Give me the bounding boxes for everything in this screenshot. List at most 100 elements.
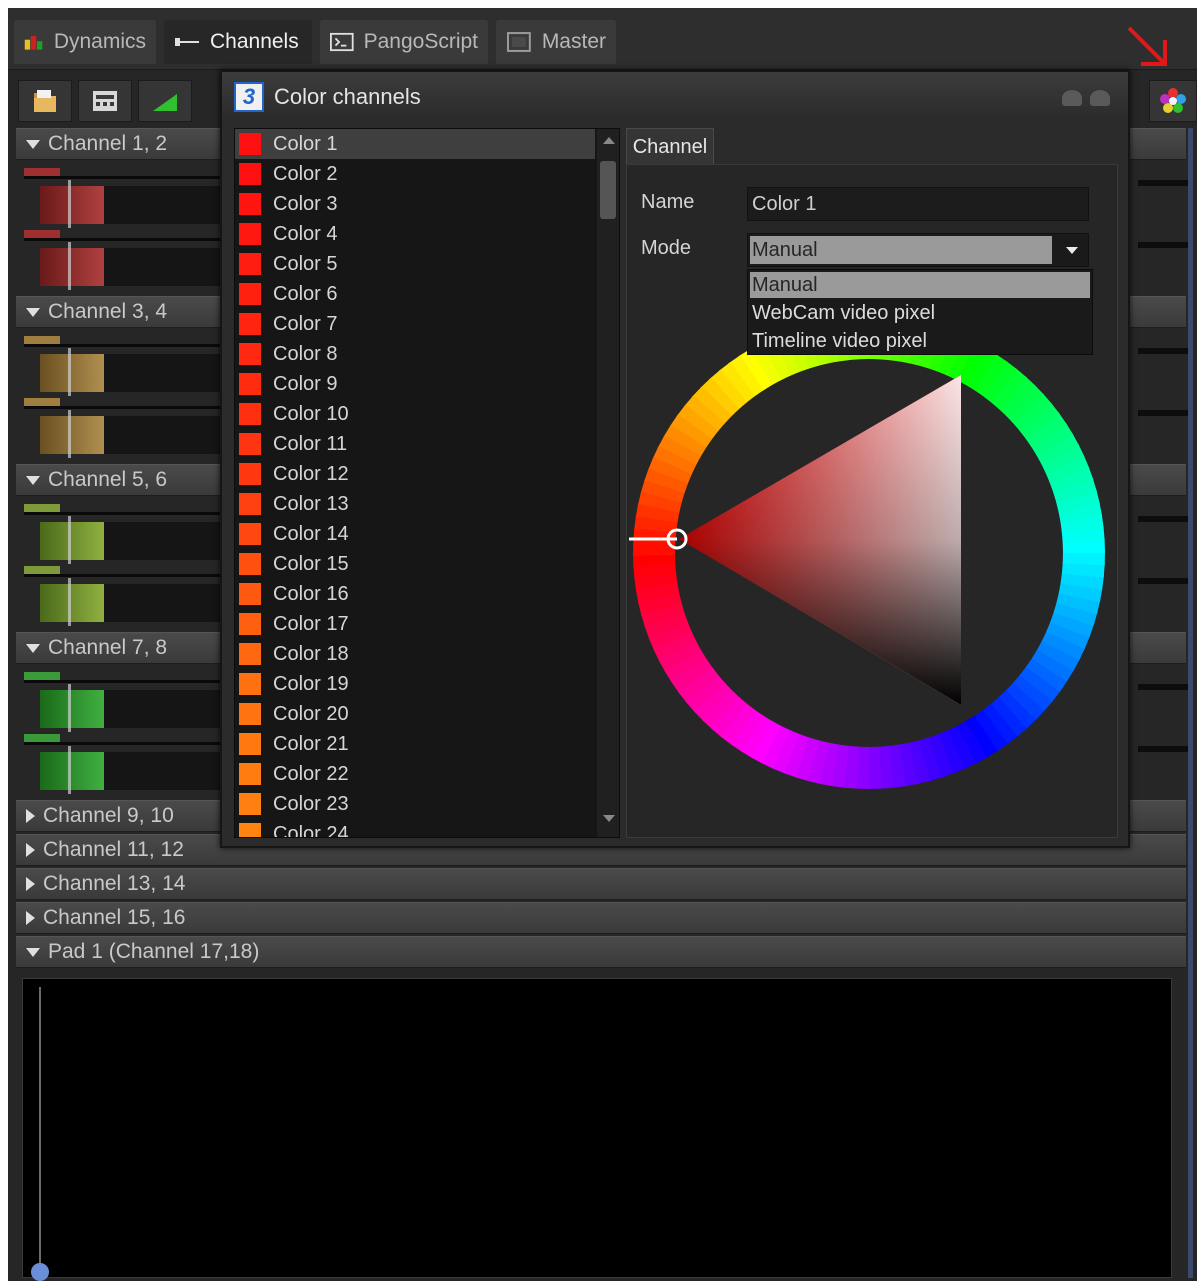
color-list-item[interactable]: Color 3: [235, 189, 595, 219]
channel-group-header[interactable]: Channel 13, 14: [16, 868, 1186, 900]
channel-group-label: Channel 3, 4: [48, 300, 168, 323]
color-list-item[interactable]: Color 7: [235, 309, 595, 339]
color-list-item[interactable]: Color 12: [235, 459, 595, 489]
color-list-item[interactable]: Color 24: [235, 819, 595, 837]
slider-knob[interactable]: [40, 354, 104, 392]
dialog-title: Color channels: [274, 84, 421, 109]
tab-channel[interactable]: Channel: [626, 128, 714, 166]
color-channels-dialog: 3 Color channels Color 1 Color 2 Color 3 Co…: [220, 70, 1130, 848]
ramp-button[interactable]: [138, 80, 192, 122]
channel-group-header[interactable]: Channel 15, 16: [16, 902, 1186, 934]
mode-option[interactable]: Timeline video pixel: [750, 328, 1090, 354]
mode-option[interactable]: Manual: [750, 272, 1090, 298]
slider-line: [24, 344, 224, 347]
color-list-item[interactable]: Color 19: [235, 669, 595, 699]
color-list-item[interactable]: Color 13: [235, 489, 595, 519]
channel-slider[interactable]: [24, 168, 224, 228]
color-list-item[interactable]: Color 1: [235, 129, 595, 159]
calculator-icon: [93, 91, 117, 111]
color-item-label: Color 6: [273, 282, 338, 305]
pad-handle[interactable]: [31, 1263, 49, 1281]
color-list-item[interactable]: Color 14: [235, 519, 595, 549]
scroll-down-icon[interactable]: [603, 815, 615, 822]
slider-line: [24, 512, 224, 515]
expand-arrow-icon: [26, 643, 40, 653]
channel-slider[interactable]: [24, 336, 224, 396]
channel-panel: Channel Name Color 1 Mode Manual Manual …: [626, 128, 1118, 838]
color-palette-icon: [1160, 88, 1186, 113]
mode-select[interactable]: Manual: [747, 233, 1089, 267]
color-list-item[interactable]: Color 2: [235, 159, 595, 189]
slider-knob[interactable]: [40, 186, 104, 224]
slider-knob[interactable]: [40, 248, 104, 286]
color-channels-button[interactable]: [1149, 80, 1197, 122]
tab-label: Dynamics: [53, 30, 146, 53]
color-list-item[interactable]: Color 21: [235, 729, 595, 759]
slider-knob[interactable]: [40, 522, 104, 560]
color-list-item[interactable]: Color 10: [235, 399, 595, 429]
slider-knob[interactable]: [40, 752, 104, 790]
scroll-up-icon[interactable]: [603, 137, 615, 144]
scroll-thumb[interactable]: [600, 161, 616, 219]
color-list-item[interactable]: Color 22: [235, 759, 595, 789]
tab-dynamics[interactable]: Dynamics: [14, 20, 156, 64]
main-scrollbar[interactable]: [1188, 128, 1193, 1278]
channel-slider[interactable]: [24, 672, 224, 732]
open-folder-button[interactable]: [18, 80, 72, 122]
color-item-label: Color 20: [273, 702, 349, 725]
channel-slider[interactable]: [24, 230, 224, 290]
channel-panel-body: Name Color 1 Mode Manual Manual WebCam v…: [626, 164, 1118, 838]
slider-knob[interactable]: [40, 690, 104, 728]
color-list-item[interactable]: Color 6: [235, 279, 595, 309]
color-list-item[interactable]: Color 4: [235, 219, 595, 249]
color-item-label: Color 12: [273, 462, 349, 485]
color-item-label: Color 5: [273, 252, 338, 275]
calculator-button[interactable]: [78, 80, 132, 122]
channel-group-label: Channel 7, 8: [48, 636, 168, 659]
color-list-item[interactable]: Color 9: [235, 369, 595, 399]
color-swatch: [239, 343, 261, 365]
slider-line: [1138, 516, 1188, 522]
slider-knob[interactable]: [40, 584, 104, 622]
name-field[interactable]: Color 1: [747, 187, 1089, 221]
channel-slider[interactable]: [24, 398, 224, 458]
channel-slider[interactable]: [24, 504, 224, 564]
app-window: Dynamics Channels PangoScript Master Cha…: [8, 8, 1197, 1281]
chevron-down-icon[interactable]: [1066, 247, 1078, 254]
list-scrollbar[interactable]: [597, 129, 619, 837]
color-list-item[interactable]: Color 18: [235, 639, 595, 669]
color-list-item[interactable]: Color 15: [235, 549, 595, 579]
tab-channels[interactable]: Channels: [164, 20, 312, 64]
color-item-label: Color 13: [273, 492, 349, 515]
channel-group-header[interactable]: Pad 1 (Channel 17,18): [16, 936, 1186, 968]
mode-option[interactable]: WebCam video pixel: [750, 300, 1090, 326]
color-list-item[interactable]: Color 20: [235, 699, 595, 729]
color-list-item[interactable]: Color 11: [235, 429, 595, 459]
expand-arrow-icon: [26, 307, 40, 317]
dialog-title-bar[interactable]: 3 Color channels: [222, 72, 1128, 122]
pin-icon[interactable]: [1062, 90, 1082, 106]
color-list-item[interactable]: Color 8: [235, 339, 595, 369]
color-list[interactable]: Color 1 Color 2 Color 3 Color 4 Color 5 Color…: [234, 128, 620, 838]
color-swatch: [239, 493, 261, 515]
close-icon[interactable]: [1090, 90, 1110, 106]
xy-pad[interactable]: [22, 978, 1172, 1281]
color-swatch: [239, 733, 261, 755]
color-list-item[interactable]: Color 17: [235, 609, 595, 639]
tab-master[interactable]: Master: [496, 20, 616, 64]
color-list-item[interactable]: Color 23: [235, 789, 595, 819]
channel-group-label: Channel 11, 12: [43, 838, 184, 861]
channel-group-label: Channel 1, 2: [48, 132, 168, 155]
color-list-item[interactable]: Color 16: [235, 579, 595, 609]
color-swatch: [239, 613, 261, 635]
channel-group-label: Channel 5, 6: [48, 468, 168, 491]
channel-slider[interactable]: [24, 734, 224, 794]
color-swatch: [239, 253, 261, 275]
channel-slider[interactable]: [24, 566, 224, 626]
color-list-item[interactable]: Color 5: [235, 249, 595, 279]
color-swatch: [239, 163, 261, 185]
color-wheel[interactable]: [629, 343, 1109, 823]
slider-line: [24, 238, 224, 241]
tab-pangoscript[interactable]: PangoScript: [320, 20, 488, 64]
slider-knob[interactable]: [40, 416, 104, 454]
